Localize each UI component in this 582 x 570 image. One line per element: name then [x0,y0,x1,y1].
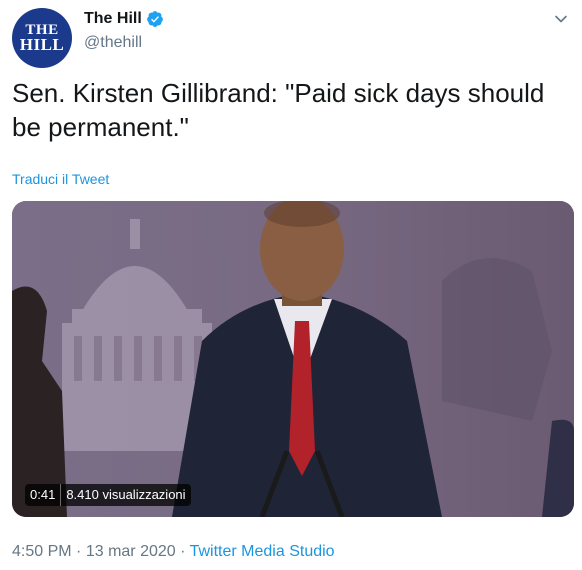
tweet-metadata: 4:50 PM · 13 mar 2020 · Twitter Media St… [12,543,335,561]
tweet-text: Sen. Kirsten Gillibrand: "Paid sick days… [12,78,545,142]
display-name[interactable]: The Hill [84,10,142,28]
tweet-date[interactable]: 13 mar 2020 [86,543,176,560]
separator-dot: · [76,543,82,560]
chevron-down-icon[interactable] [554,12,568,26]
translate-tweet-link[interactable]: Traduci il Tweet [12,171,109,187]
tweet-time[interactable]: 4:50 PM [12,543,72,560]
video-info-badges: 0:41 8.410 visualizzazioni [25,484,191,506]
verified-badge-icon [146,11,163,27]
avatar[interactable]: THE HILL [12,8,72,68]
video-duration: 0:41 [25,484,62,506]
name-row: The Hill [84,10,164,28]
tweet-source-link[interactable]: Twitter Media Studio [190,543,335,560]
video-player[interactable] [12,201,574,517]
handle[interactable]: @thehill [84,34,142,52]
video-view-count: 8.410 visualizzazioni [61,484,191,506]
separator-dot: · [180,543,186,560]
video-frame-image [12,201,574,517]
avatar-text-hill: HILL [19,35,65,55]
